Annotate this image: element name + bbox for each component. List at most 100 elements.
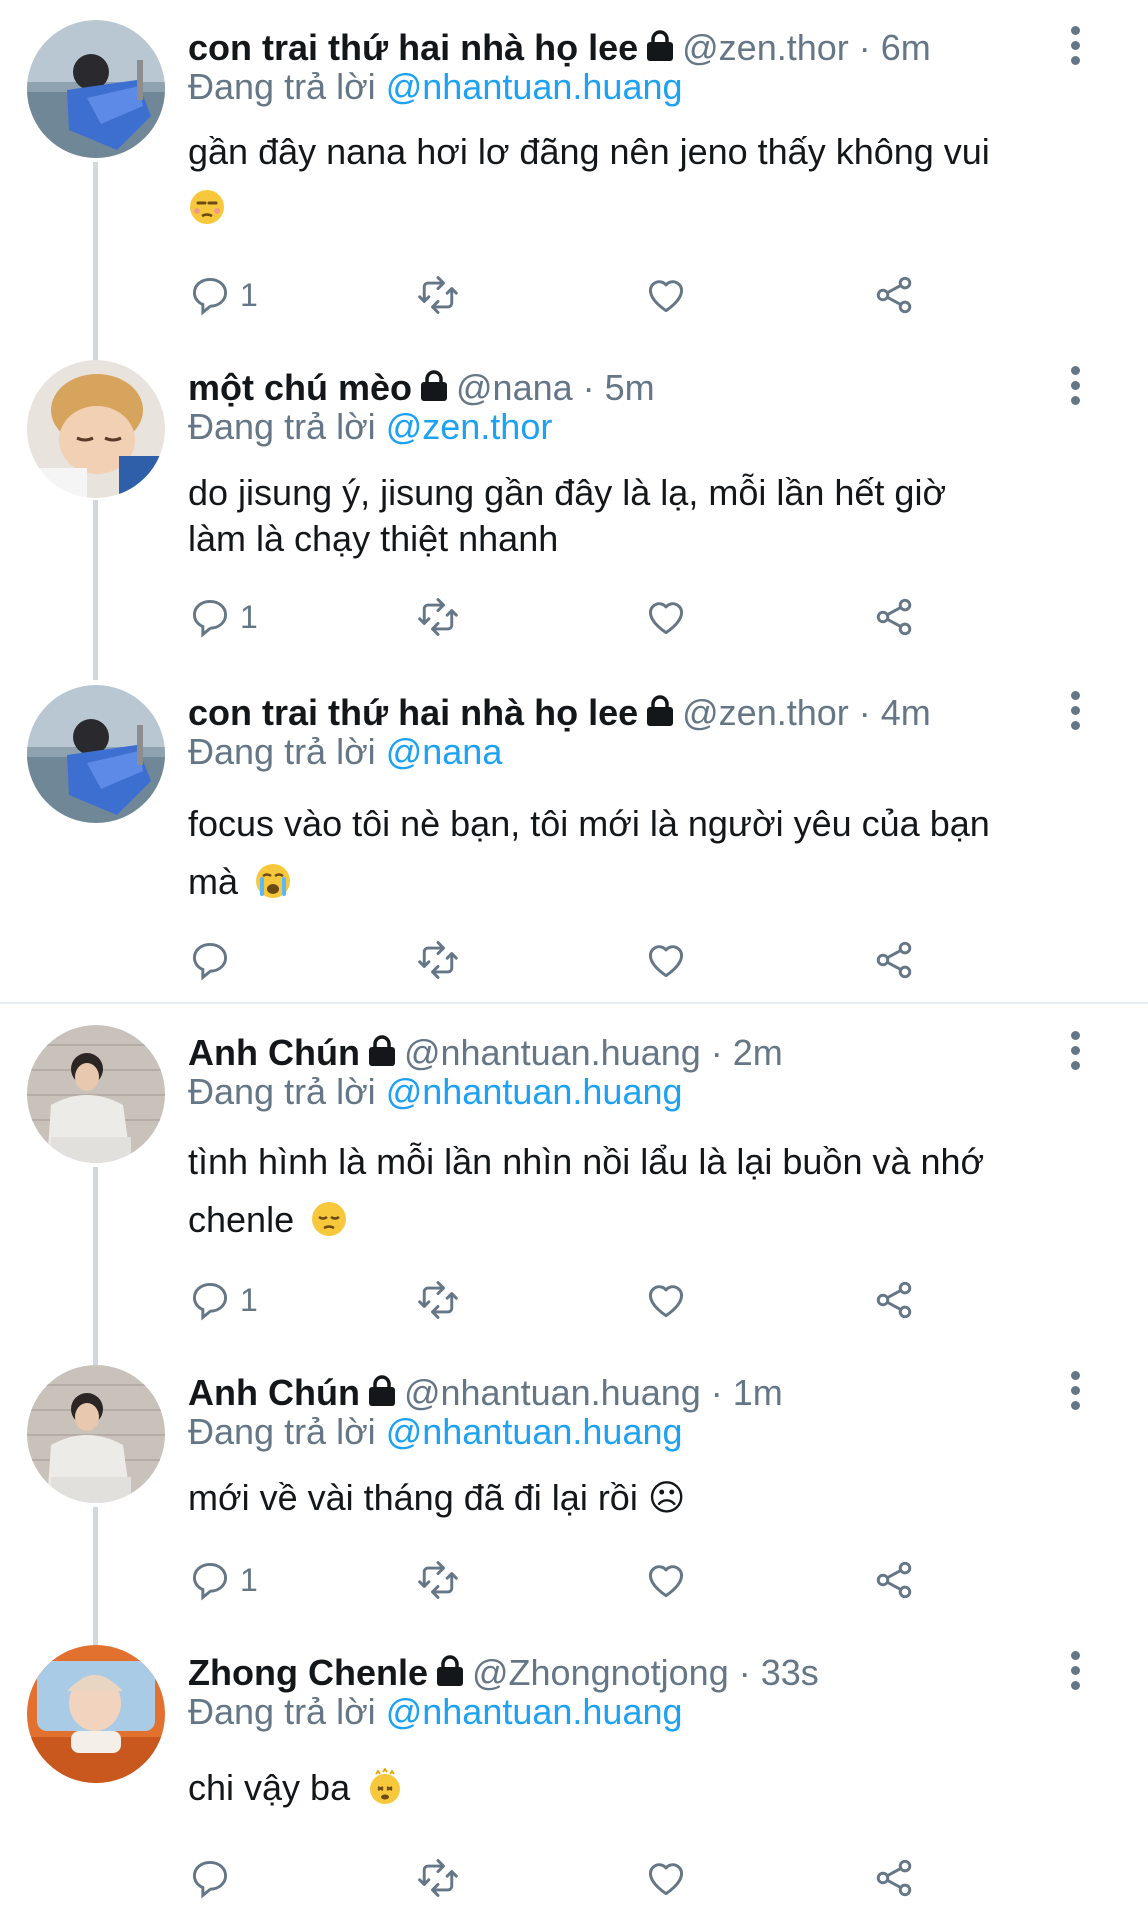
mention-link[interactable]: @nhantuan.huang [386, 1071, 683, 1112]
reply-button[interactable]: 1 [188, 270, 258, 320]
timestamp[interactable]: · 4m [859, 692, 931, 733]
mention-link[interactable]: @nhantuan.huang [386, 1411, 683, 1452]
handle[interactable]: @zen.thor [682, 692, 849, 733]
mention-link[interactable]: @nana [386, 731, 503, 772]
tweet-text-line: tình hình là mỗi lần nhìn nồi lẩu là lại… [188, 1141, 985, 1182]
reply-button[interactable]: 1 [188, 592, 258, 642]
like-button[interactable] [644, 270, 688, 320]
retweet-button[interactable] [416, 1555, 460, 1605]
replying-label: Đang trả lời [188, 1071, 376, 1112]
mention-link[interactable]: @zen.thor [386, 406, 553, 447]
more-options-icon[interactable] [1065, 689, 1085, 739]
avatar[interactable] [27, 1025, 165, 1163]
display-name[interactable]: con trai thứ hai nhà họ lee [188, 27, 638, 68]
tweet[interactable]: Zhong Chenle @Zhongnotjong · 33s Đang trả… [0, 1645, 1148, 1910]
retweet-button[interactable] [416, 270, 460, 320]
timestamp[interactable]: · 2m [711, 1032, 783, 1073]
blue-jacket-avatar [27, 20, 165, 158]
share-button[interactable] [872, 592, 916, 642]
tweet[interactable]: Anh Chún @nhantuan.huang · 2m Đang trả lờ… [0, 1025, 1148, 1345]
like-button[interactable] [644, 935, 688, 985]
avatar[interactable] [27, 1365, 165, 1503]
tweet-text-line: chi vậy ba [188, 1767, 351, 1808]
handle[interactable]: @nhantuan.huang [404, 1032, 701, 1073]
reply-button[interactable]: 1 [188, 1275, 258, 1325]
display-name[interactable]: con trai thứ hai nhà họ lee [188, 692, 638, 733]
reply-icon [192, 942, 228, 981]
mention-link[interactable]: @nhantuan.huang [386, 1691, 683, 1732]
avatar[interactable] [27, 360, 165, 498]
retweet-icon [418, 941, 458, 979]
like-button[interactable] [644, 1275, 688, 1325]
blond-avatar [27, 360, 165, 498]
handle[interactable]: @zen.thor [682, 27, 849, 68]
timestamp[interactable]: · 6m [859, 27, 931, 68]
more-options-icon[interactable] [1065, 1649, 1085, 1699]
like-button[interactable] [644, 1555, 688, 1605]
retweet-button[interactable] [416, 1853, 460, 1903]
handle[interactable]: @nhantuan.huang [404, 1372, 701, 1413]
replying-label: Đang trả lời [188, 731, 376, 772]
reply-button[interactable]: 1 [188, 1555, 258, 1605]
reply-count: 1 [240, 598, 258, 635]
share-icon [876, 941, 912, 979]
tweet-actions [188, 935, 948, 985]
avatar[interactable] [27, 1645, 165, 1783]
like-button[interactable] [644, 592, 688, 642]
tweet-text-line: làm là chạy thiệt nhanh [188, 518, 559, 559]
tweet[interactable]: con trai thứ hai nhà họ lee @zen.thor · 6… [0, 20, 1148, 350]
share-button[interactable] [872, 1555, 916, 1605]
lock-icon [647, 695, 674, 726]
tweet-text: chi vậy ba [188, 1763, 404, 1813]
display-name[interactable]: Anh Chún [188, 1032, 360, 1073]
lock-icon [368, 1375, 395, 1406]
retweet-button[interactable] [416, 592, 460, 642]
handle[interactable]: @Zhongnotjong [472, 1652, 729, 1693]
timestamp[interactable]: · 5m [583, 367, 655, 408]
reply-count: 1 [240, 1561, 258, 1598]
tweet-text-line: do jisung ý, jisung gần đây là lạ, mỗi l… [188, 472, 947, 513]
tweet[interactable]: một chú mèo @nana · 5m Đang trả lời @zen.… [0, 360, 1148, 660]
retweet-button[interactable] [416, 935, 460, 985]
retweet-icon [418, 1281, 458, 1319]
mention-link[interactable]: @nhantuan.huang [386, 66, 683, 107]
share-button[interactable] [872, 1275, 916, 1325]
tweet-text-line: mới về vài tháng đã đi lại rồi ☹ [188, 1477, 686, 1518]
replying-to: Đang trả lời @nhantuan.huang [188, 1069, 683, 1115]
tweet[interactable]: con trai thứ hai nhà họ lee @zen.thor · 4… [0, 685, 1148, 985]
display-name[interactable]: Zhong Chenle [188, 1652, 428, 1693]
display-name[interactable]: Anh Chún [188, 1372, 360, 1413]
heart-icon [648, 1565, 684, 1598]
tweet-text-line: focus vào tôi nè bạn, tôi mới là người y… [188, 803, 990, 844]
retweet-button[interactable] [416, 1275, 460, 1325]
timestamp[interactable]: · 33s [739, 1652, 819, 1693]
timestamp[interactable]: · 1m [711, 1372, 783, 1413]
blue-jacket-avatar [27, 685, 165, 823]
replying-to: Đang trả lời @nhantuan.huang [188, 1689, 683, 1735]
reply-count: 1 [240, 1281, 258, 1318]
replying-to: Đang trả lời @zen.thor [188, 404, 552, 450]
sweater-avatar [27, 1025, 165, 1163]
orange-car-avatar [27, 1645, 165, 1783]
reply-button[interactable] [188, 1853, 240, 1903]
share-button[interactable] [872, 935, 916, 985]
avatar[interactable] [27, 685, 165, 823]
more-options-icon[interactable] [1065, 364, 1085, 414]
tweet[interactable]: Anh Chún @nhantuan.huang · 1m Đang trả lờ… [0, 1365, 1148, 1635]
more-options-icon[interactable] [1065, 24, 1085, 74]
thread-divider [0, 1002, 1148, 1004]
tweet-text: do jisung ý, jisung gần đây là lạ, mỗi l… [188, 470, 946, 562]
share-button[interactable] [872, 1853, 916, 1903]
replying-label: Đang trả lời [188, 1411, 376, 1452]
handle[interactable]: @nana [456, 367, 573, 408]
sweater-avatar [27, 1365, 165, 1503]
more-options-icon[interactable] [1065, 1029, 1085, 1079]
more-options-icon[interactable] [1065, 1369, 1085, 1419]
replying-label: Đang trả lời [188, 406, 376, 447]
display-name[interactable]: một chú mèo [188, 367, 412, 408]
reply-button[interactable] [188, 935, 240, 985]
heart-icon [648, 945, 684, 978]
avatar[interactable] [27, 20, 165, 158]
share-button[interactable] [872, 270, 916, 320]
like-button[interactable] [644, 1853, 688, 1903]
